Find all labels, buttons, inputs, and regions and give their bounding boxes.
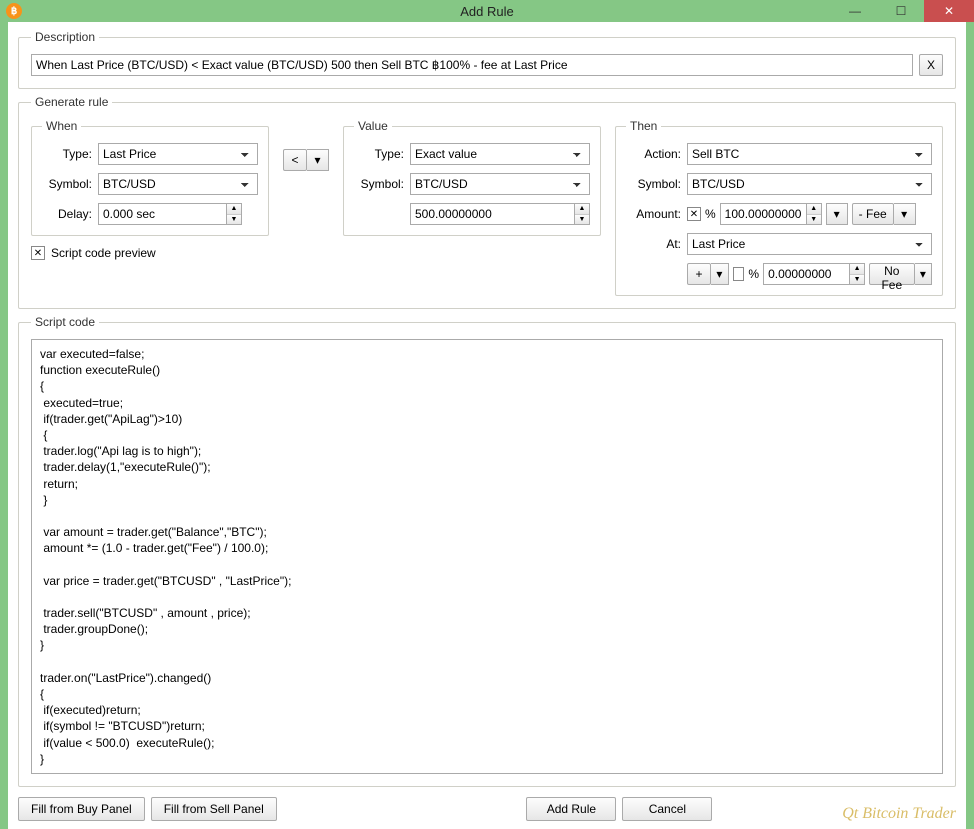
script-code-legend: Script code: [31, 315, 99, 329]
plus-dropdown-icon[interactable]: ▾: [711, 263, 729, 285]
description-group: Description X: [18, 30, 956, 89]
value-number-input[interactable]: [410, 203, 574, 225]
amount-spinner[interactable]: ▲▼: [720, 203, 822, 225]
titlebar: ฿ Add Rule — ☐ ✕: [0, 0, 974, 22]
comparator-button[interactable]: <: [283, 149, 307, 171]
extra-spinbtns[interactable]: ▲▼: [849, 263, 865, 285]
extra-spinner[interactable]: ▲▼: [763, 263, 865, 285]
when-delay-label: Delay:: [42, 207, 92, 221]
fill-from-sell-button[interactable]: Fill from Sell Panel: [151, 797, 277, 821]
then-amount-label: Amount:: [626, 207, 681, 221]
value-symbol-label: Symbol:: [354, 177, 404, 191]
clear-description-button[interactable]: X: [919, 54, 943, 76]
generate-rule-group: Generate rule When Type: Last Price Symb…: [18, 95, 956, 309]
comparator-column: < ▾: [283, 119, 329, 171]
window: ฿ Add Rule — ☐ ✕ Description X Generate …: [0, 0, 974, 729]
when-delay-spinner[interactable]: ▲▼: [98, 203, 258, 225]
window-buttons: — ☐ ✕: [832, 0, 974, 22]
comparator-dropdown-icon[interactable]: ▾: [307, 149, 329, 171]
value-number-spinner[interactable]: ▲▼: [410, 203, 590, 225]
script-code-group: Script code var executed=false; function…: [18, 315, 956, 787]
extra-pct-symbol: %: [748, 267, 759, 281]
value-type-select[interactable]: Exact value: [410, 143, 590, 165]
then-symbol-select[interactable]: BTC/USD: [687, 173, 932, 195]
extra-pct-checkbox[interactable]: [733, 267, 745, 281]
when-type-label: Type:: [42, 147, 92, 161]
generate-rule-legend: Generate rule: [31, 95, 112, 109]
amount-dropdown-icon[interactable]: ▾: [826, 203, 848, 225]
then-at-select[interactable]: Last Price: [687, 233, 932, 255]
when-type-select[interactable]: Last Price: [98, 143, 258, 165]
extra-input[interactable]: [763, 263, 849, 285]
client-area: Description X Generate rule When Type: L…: [8, 22, 966, 829]
window-title: Add Rule: [460, 4, 513, 19]
amount-pct-checkbox[interactable]: ✕: [687, 207, 701, 221]
then-legend: Then: [626, 119, 661, 133]
fee-dropdown-icon[interactable]: ▾: [894, 203, 916, 225]
close-button[interactable]: ✕: [924, 0, 974, 22]
nofee-button[interactable]: No Fee: [869, 263, 914, 285]
amount-pct-symbol: %: [705, 207, 716, 221]
value-symbol-select[interactable]: BTC/USD: [410, 173, 590, 195]
branding-text: Qt Bitcoin Trader: [842, 805, 956, 823]
value-number-spinbtns[interactable]: ▲▼: [574, 203, 590, 225]
value-legend: Value: [354, 119, 392, 133]
value-type-label: Type:: [354, 147, 404, 161]
fill-from-buy-button[interactable]: Fill from Buy Panel: [18, 797, 145, 821]
add-rule-button[interactable]: Add Rule: [526, 797, 616, 821]
then-action-label: Action:: [626, 147, 681, 161]
when-group: When Type: Last Price Symbol: BTC/USD De…: [31, 119, 269, 236]
nofee-dropdown-icon[interactable]: ▾: [915, 263, 933, 285]
then-group: Then Action: Sell BTC Symbol: BTC/USD Am…: [615, 119, 943, 296]
then-symbol-label: Symbol:: [626, 177, 681, 191]
then-at-label: At:: [626, 237, 681, 251]
script-preview-label: Script code preview: [51, 246, 156, 260]
then-action-select[interactable]: Sell BTC: [687, 143, 932, 165]
fee-button[interactable]: - Fee: [852, 203, 894, 225]
script-code-text[interactable]: var executed=false; function executeRule…: [31, 339, 943, 774]
minimize-button[interactable]: —: [832, 0, 878, 22]
script-preview-row[interactable]: ✕ Script code preview: [31, 246, 269, 260]
app-icon: ฿: [6, 3, 22, 19]
when-delay-input[interactable]: [98, 203, 226, 225]
description-input[interactable]: [31, 54, 913, 76]
when-symbol-label: Symbol:: [42, 177, 92, 191]
cancel-button[interactable]: Cancel: [622, 797, 712, 821]
plus-button[interactable]: +: [687, 263, 711, 285]
maximize-button[interactable]: ☐: [878, 0, 924, 22]
amount-spinbtns[interactable]: ▲▼: [806, 203, 822, 225]
when-legend: When: [42, 119, 81, 133]
script-preview-checkbox[interactable]: ✕: [31, 246, 45, 260]
value-group: Value Type: Exact value Symbol: BTC/USD …: [343, 119, 601, 236]
when-symbol-select[interactable]: BTC/USD: [98, 173, 258, 195]
when-delay-spinbtns[interactable]: ▲▼: [226, 203, 242, 225]
footer: Fill from Buy Panel Fill from Sell Panel…: [18, 797, 956, 821]
amount-input[interactable]: [720, 203, 806, 225]
description-legend: Description: [31, 30, 99, 44]
